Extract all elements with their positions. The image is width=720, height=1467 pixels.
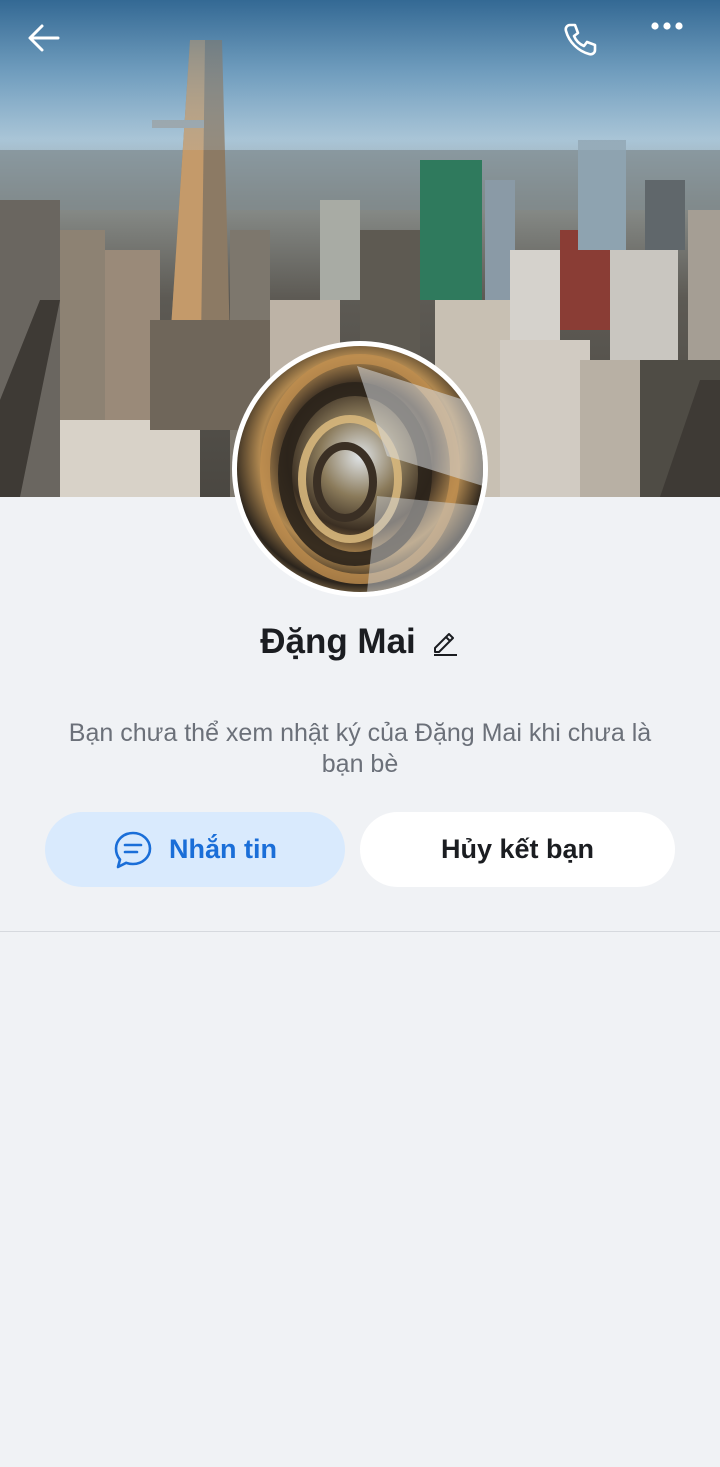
chat-bubble-icon	[114, 831, 152, 868]
message-button[interactable]: Nhắn tin	[45, 812, 345, 887]
message-button-label: Nhắn tin	[169, 834, 277, 864]
unfriend-button-label: Hủy kết bạn	[440, 834, 595, 864]
profile-name-row: Đặng Mai	[0, 622, 720, 662]
arrow-left-icon	[28, 24, 60, 52]
pencil-icon	[433, 633, 457, 656]
back-button[interactable]	[26, 20, 78, 72]
profile-screen: Đặng Mai Bạn chưa thể xem nhật ký của Đặ…	[0, 0, 720, 1467]
section-divider	[0, 931, 720, 932]
phone-icon	[564, 23, 597, 56]
edit-name-button[interactable]	[430, 627, 460, 657]
privacy-notice: Bạn chưa thể xem nhật ký của Đặng Mai kh…	[68, 719, 652, 778]
unfriend-button[interactable]: Hủy kết bạn	[360, 812, 675, 887]
avatar[interactable]	[232, 341, 488, 597]
avatar-architecture-art	[260, 354, 483, 592]
avatar-image	[237, 346, 483, 592]
more-options-button[interactable]	[649, 20, 701, 72]
more-horizontal-icon	[651, 22, 683, 30]
profile-name: Đặng Mai	[260, 622, 416, 661]
call-button[interactable]	[560, 20, 612, 72]
